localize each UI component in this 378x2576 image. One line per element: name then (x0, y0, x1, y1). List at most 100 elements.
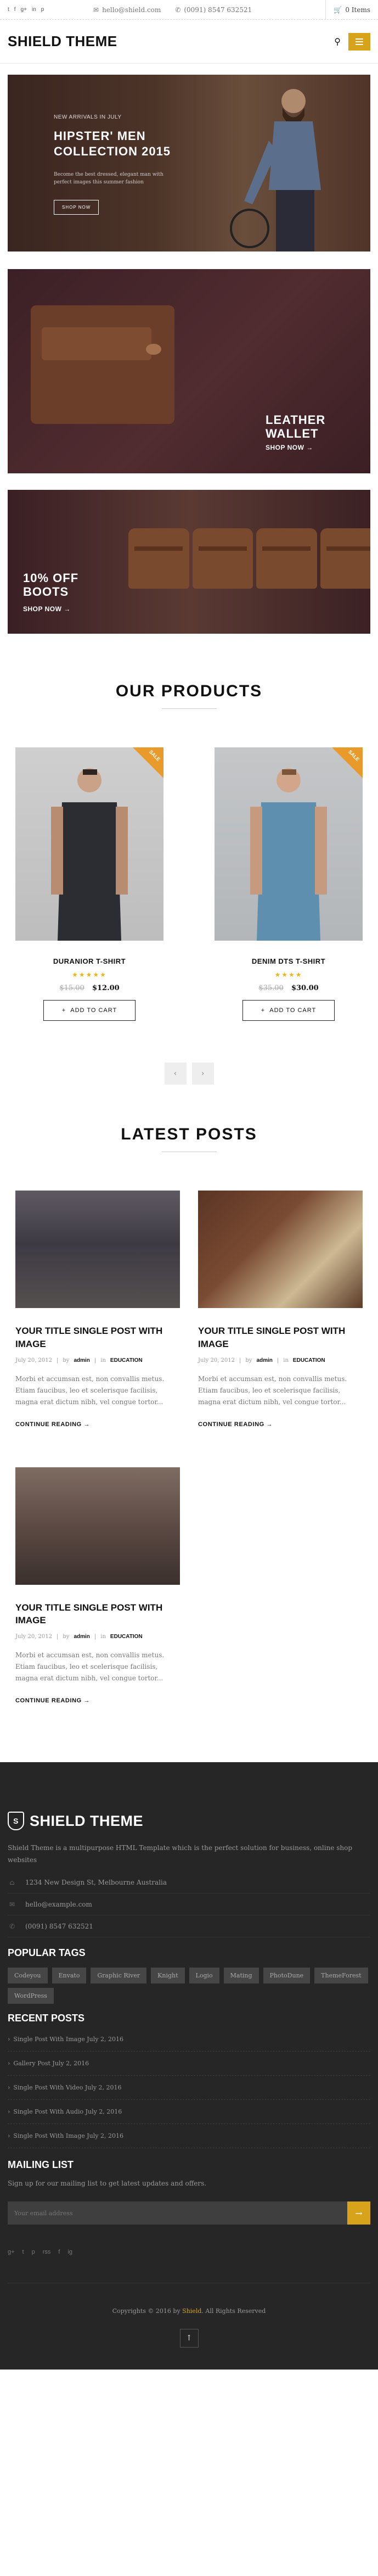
prev-button[interactable]: ‹ (164, 1063, 187, 1085)
product-grid: SALE DURANIOR T-SHIRT ★★★★★ $15.00 $12.0… (0, 747, 378, 1021)
recent-post-link[interactable]: › Single Post With Video July 2, 2016 (8, 2076, 370, 2100)
tag-link[interactable]: Knight (151, 1968, 185, 1984)
post-meta: July 20, 2012 | by admin | in EDUCATION (198, 1357, 325, 1364)
google-plus-icon[interactable]: g+ (8, 2249, 15, 2255)
recent-post-link[interactable]: › Single Post With Image July 2, 2016 (8, 2027, 370, 2052)
add-to-cart-button[interactable]: + ADD TO CART (242, 1000, 335, 1021)
chevron-right-icon: › (8, 2036, 10, 2043)
wallet-image (31, 305, 174, 424)
wallet-shop-link[interactable]: SHOP NOW → (266, 444, 313, 451)
facebook-icon[interactable]: f (14, 7, 16, 13)
post-image[interactable] (15, 1191, 180, 1308)
post-excerpt: Morbi et accumsan est, non convallis met… (15, 1374, 165, 1406)
back-to-top-button[interactable]: ↑ (179, 2329, 199, 2348)
tag-link[interactable]: WordPress (8, 1988, 54, 2004)
product-card: SALE DENIM DTS T-SHIRT ★★★★ $35.00 $30.0… (215, 747, 363, 1021)
copyright-brand-link[interactable]: Shield (182, 2307, 201, 2315)
tag-link[interactable]: Envato (52, 1968, 87, 1984)
post-category[interactable]: EDUCATION (110, 1357, 143, 1364)
post-author[interactable]: admin (74, 1357, 89, 1364)
tag-link[interactable]: ThemeForest (314, 1968, 368, 1984)
next-button[interactable]: › (191, 1063, 214, 1085)
recent-post-link[interactable]: › Single Post With Image July 2, 2016 (8, 2124, 370, 2149)
location-icon: ⌂ (9, 1878, 15, 1886)
site-header: SHIELD THEME ⚲ (0, 20, 378, 64)
product-card: SALE DURANIOR T-SHIRT ★★★★★ $15.00 $12.0… (15, 747, 163, 1021)
post-date: July 20, 2012 (15, 1357, 53, 1364)
post-image[interactable] (15, 1467, 180, 1585)
post-card: YOUR TITLE SINGLE POST WITH IMAGE July 2… (198, 1191, 363, 1428)
top-contact: ✉ hello@shield.com ✆ (0091) 8547 632521 (93, 6, 252, 14)
tag-link[interactable]: Codeyou (8, 1968, 48, 1984)
pinterest-icon[interactable]: p (41, 7, 44, 13)
recent-post-link[interactable]: › Single Post With Audio July 2, 2016 (8, 2100, 370, 2125)
top-email[interactable]: ✉ hello@shield.com (93, 6, 161, 14)
footer-contacts: ⌂ 1234 New Design St, Melbourne Australi… (8, 1871, 370, 1938)
hero-shop-button[interactable]: SHOP NOW (54, 200, 99, 215)
product-pager: ‹ › (0, 1063, 378, 1085)
post-author[interactable]: admin (256, 1357, 272, 1364)
mailing-list-text: Sign up for our mailing list to get late… (8, 2180, 207, 2188)
continue-reading-link[interactable]: CONTINUE READING → (15, 1421, 180, 1428)
wallet-banner[interactable]: LEATHER WALLET SHOP NOW → (8, 269, 370, 473)
post-title[interactable]: YOUR TITLE SINGLE POST WITH IMAGE (198, 1325, 363, 1351)
footer-about: Shield Theme is a multipurpose HTML Temp… (8, 1844, 353, 1864)
post-title[interactable]: YOUR TITLE SINGLE POST WITH IMAGE (15, 1325, 180, 1351)
continue-reading-link[interactable]: CONTINUE READING → (198, 1421, 363, 1428)
footer-social-links: g+ t p rss f ig (8, 2249, 370, 2284)
continue-reading-link[interactable]: CONTINUE READING → (15, 1697, 180, 1704)
tag-link[interactable]: Graphic River (91, 1968, 147, 1984)
post-date: July 20, 2012 (15, 1634, 53, 1640)
product-name[interactable]: DENIM DTS T-SHIRT (215, 957, 363, 965)
mailing-list-heading: MAILING LIST (8, 2159, 74, 2171)
post-category[interactable]: EDUCATION (110, 1634, 143, 1640)
tag-link[interactable]: Mating (223, 1968, 259, 1984)
chevron-right-icon: › (8, 2060, 10, 2067)
bags-image (128, 528, 370, 589)
twitter-icon[interactable]: t (8, 7, 9, 13)
twitter-icon[interactable]: t (22, 2249, 24, 2255)
footer-email[interactable]: ✉ hello@example.com (8, 1893, 370, 1916)
recent-posts-list: › Single Post With Image July 2, 2016 › Ga… (8, 2027, 370, 2149)
hero-title: HIPSTER' MEN COLLECTION 2015 (54, 129, 171, 158)
add-to-cart-button[interactable]: + ADD TO CART (43, 1000, 136, 1021)
facebook-icon[interactable]: f (58, 2249, 60, 2255)
footer-logo[interactable]: S SHIELD THEME (8, 1812, 370, 1831)
mail-icon: ✉ (93, 5, 99, 14)
google-plus-icon[interactable]: g+ (21, 7, 27, 13)
post-author[interactable]: admin (74, 1634, 89, 1640)
site-logo[interactable]: SHIELD THEME (8, 33, 117, 50)
subscribe-button[interactable]: → (347, 2201, 370, 2225)
post-category[interactable]: EDUCATION (293, 1357, 325, 1364)
boots-banner[interactable]: 10% OFF BOOTS SHOP NOW → (8, 490, 370, 634)
model-image (51, 768, 128, 941)
footer-address: ⌂ 1234 New Design St, Melbourne Australi… (8, 1871, 370, 1894)
chevron-right-icon: › (8, 2084, 10, 2092)
cart-count: 0 Items (345, 5, 370, 14)
recent-posts-heading: RECENT POSTS (8, 2013, 85, 2024)
menu-toggle-button[interactable] (348, 32, 370, 51)
tags-heading: POPULAR TAGS (8, 1947, 86, 1959)
product-image[interactable]: SALE (215, 747, 363, 941)
post-grid: YOUR TITLE SINGLE POST WITH IMAGE July 2… (0, 1191, 378, 1704)
tag-link[interactable]: PhotoDune (263, 1968, 311, 1984)
linkedin-icon[interactable]: in (32, 7, 36, 13)
email-input[interactable] (8, 2201, 347, 2225)
boots-shop-link[interactable]: SHOP NOW → (23, 605, 71, 613)
rss-icon[interactable]: rss (43, 2249, 51, 2255)
instagram-icon[interactable]: ig (67, 2249, 72, 2255)
post-image[interactable] (198, 1191, 363, 1308)
pinterest-icon[interactable]: p (32, 2249, 35, 2255)
recent-post-link[interactable]: › Gallery Post July 2, 2016 (8, 2052, 370, 2076)
boots-banner-title: 10% OFF BOOTS (23, 571, 79, 599)
product-image[interactable]: SALE (15, 747, 163, 941)
search-icon[interactable]: ⚲ (334, 36, 341, 47)
products-heading: OUR PRODUCTS (115, 682, 263, 700)
arrow-up-icon: ↑ (185, 2334, 193, 2343)
product-name[interactable]: DURANIOR T-SHIRT (15, 957, 163, 965)
cart-link[interactable]: 🛒 0 Items (325, 0, 370, 19)
tag-link[interactable]: Logio (189, 1968, 219, 1984)
post-title[interactable]: YOUR TITLE SINGLE POST WITH IMAGE (15, 1601, 180, 1628)
plus-icon: + (61, 1007, 66, 1014)
phone-icon: ✆ (9, 1922, 15, 1930)
